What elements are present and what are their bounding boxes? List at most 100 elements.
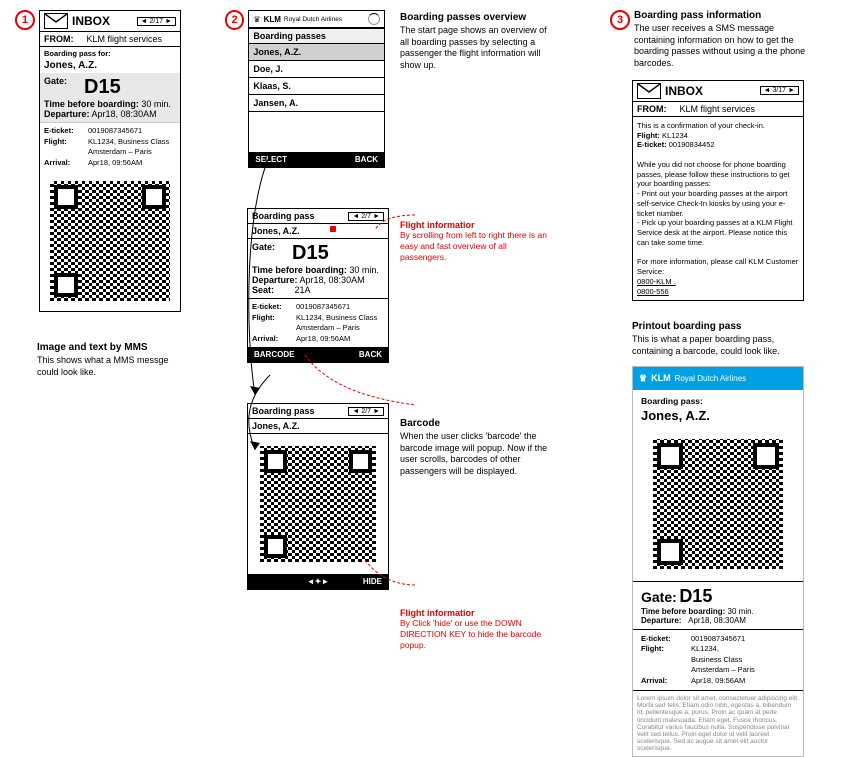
gate-value: D15 [292,242,329,265]
from-label: FROM: [637,104,677,114]
arr-value: Apr18, 09:56AM [88,158,142,167]
step-2-badge: 2 [225,10,244,30]
mms-phone: INBOX ◄ 2/17 ► FROM: KLM flight services… [39,10,181,312]
eticket-label: E-ticket: [641,634,691,645]
dep-value: Apr18, 08:30AM [300,275,365,285]
phone-link[interactable]: 0800-556 [637,287,799,297]
route: Amsterdam – Paris [88,147,152,156]
spinner-icon [368,13,380,25]
sms-phone: INBOX ◄ 3/17 ► FROM: KLM flight services… [632,80,804,302]
passenger-row[interactable]: Doe, J. [249,61,384,78]
dep-label: Departure: [44,109,90,119]
arr-value: Apr18, 09:56AM [296,334,350,343]
sms-flight-label: Flight: [637,131,660,140]
bp-name: Jones, A.Z. [248,419,388,434]
tbb-value: 30 min. [728,607,754,616]
printout-card: ♛ KLM Royal Dutch Airlines Boarding pass… [632,366,804,757]
boarding-pass-phone: Boarding pass ◄ 2/7 ► Jones, A.Z. Gate:D… [247,208,389,363]
hide-button[interactable]: HIDE [363,577,382,586]
tbb-label: Time before boarding: [252,265,347,275]
dep-value: Apr18, 08:30AM [688,616,746,625]
indicator-dot [330,226,336,232]
brand-sub: Royal Dutch Airlines [284,16,342,23]
pager[interactable]: ◄ 2/17 ► [137,17,177,26]
qr-barcode [44,175,176,307]
eticket-value: 0019087345671 [88,126,142,135]
gate-value: D15 [679,586,712,606]
sms-line: This is a confirmation of your check-in. [637,121,799,131]
barcode-phone: Boarding pass ◄ 2/7 ► Jones, A.Z. ◄✦► HI… [247,403,389,590]
dep-label: Departure: [641,616,681,625]
bp-section: Boarding pass [252,406,315,416]
step-3-badge: 3 [610,10,630,30]
passenger-row[interactable]: Jones, A.Z. [249,44,384,61]
pager[interactable]: ◄ 3/17 ► [760,86,800,95]
barcode-button[interactable]: BARCODE [254,350,294,359]
dep-label: Departure: [252,275,298,285]
passenger-row[interactable]: Klaas, S. [249,78,384,95]
sms-desc-title: Boarding pass information [634,10,814,21]
route: Amsterdam – Paris [296,323,360,332]
flight-info-red-title: Flight informatior [400,220,560,230]
sms-eticket-label: E-ticket: [637,140,667,149]
printout-desc-body: This is what a paper boarding pass, cont… [632,334,812,357]
select-button[interactable]: SELECT [255,155,287,164]
seat-value: 21A [295,285,311,295]
flight-value: KL1234, Business Class [296,313,377,322]
inbox-title: INBOX [665,84,703,98]
crown-icon: ♛ [253,15,260,24]
mms-desc-title: Image and text by MMS [37,342,185,353]
sms-bullet: - Print out your boarding passes at the … [637,189,799,218]
overview-phone: ♛ KLM Royal Dutch Airlines Boarding pass… [248,10,385,168]
from-value: KLM flight services [87,34,163,44]
flight-info-red-body: By scrolling from left to right there is… [400,230,550,263]
phone-link[interactable]: 0800-KLM . [637,277,799,287]
arr-value: Apr18, 09:56AM [691,676,745,685]
flight-label: Flight: [252,313,296,324]
dep-value: Apr18, 08:30AM [92,109,157,119]
passenger-name: Jones, A.Z. [40,60,180,73]
envelope-icon [637,83,661,99]
eticket-label: E-ticket: [252,302,296,313]
overview-desc-title: Boarding passes overview [400,12,560,23]
flight-label: Flight: [44,137,88,148]
back-button[interactable]: BACK [355,155,378,164]
pager[interactable]: ◄ 2/7 ► [348,407,384,416]
eticket-value: 0019087345671 [691,634,745,643]
hide-red-body: By Click 'hide' or use the DOWN DIRECTIO… [400,618,550,651]
envelope-icon [44,13,68,29]
overview-desc-body: The start page shows an overview of all … [400,25,550,72]
sms-eticket-value: 00190834452 [669,140,715,149]
back-button[interactable]: BACK [359,350,382,359]
crown-icon: ♛ [639,373,647,384]
flight-value2: Business Class [691,655,742,664]
pager[interactable]: ◄ 2/7 ► [348,212,384,221]
arr-label: Arrival: [252,334,296,345]
qr-barcode [254,440,382,568]
arr-label: Arrival: [44,158,88,169]
sms-para: For more information, please call KLM Cu… [637,257,799,277]
route: Amsterdam – Paris [691,665,755,674]
gate-value: D15 [84,76,121,99]
bp-name: Jones, A.Z. [248,224,388,239]
passenger-row[interactable]: Jansen, A. [249,95,384,112]
printout-desc-title: Printout boarding pass [632,321,830,332]
flight-value: KL1234, [691,644,719,653]
sms-flight-value: KL1234 [662,131,688,140]
flight-label: Flight: [641,644,691,655]
scroll-indicator-icon: ◄✦► [307,577,330,586]
from-label: FROM: [44,34,84,44]
seat-label: Seat: [252,285,292,295]
arr-label: Arrival: [641,676,691,687]
from-value: KLM flight services [680,104,756,114]
printout-name: Jones, A.Z. [633,408,803,427]
tbb-label: Time before boarding: [641,607,725,616]
hide-red-title: Flight informatior [400,608,560,618]
tbb-value: 30 min. [349,265,379,275]
tbb-label: Time before boarding: [44,99,139,109]
gate-label: Gate: [44,76,84,99]
eticket-value: 0019087345671 [296,302,350,311]
eticket-label: E-ticket: [44,126,88,137]
tbb-value: 30 min. [141,99,171,109]
qr-barcode [647,433,789,575]
